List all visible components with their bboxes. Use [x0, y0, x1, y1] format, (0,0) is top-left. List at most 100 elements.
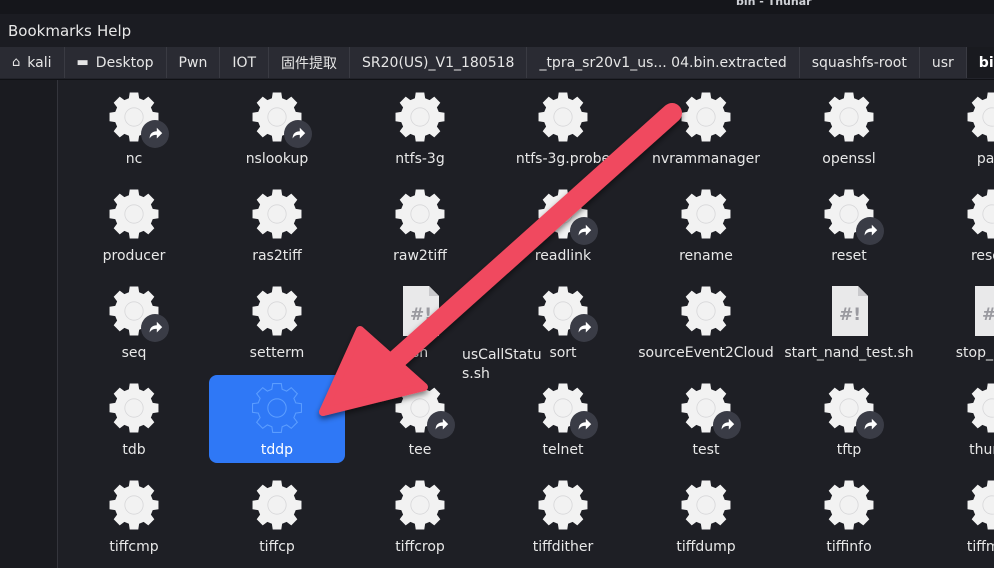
file-item[interactable]: sourceEvent2Cloud: [638, 278, 774, 366]
symlink-arrow-icon: [856, 217, 884, 245]
script-file-icon-wrap: #!: [822, 284, 876, 338]
breadcrumb-item[interactable]: Pwn: [166, 47, 221, 78]
file-name: reset: [831, 248, 867, 264]
file-item[interactable]: tiffdump: [638, 472, 774, 560]
file-item[interactable]: readlink: [495, 181, 631, 269]
file-item[interactable]: ras2tiff: [209, 181, 345, 269]
file-name: raw2tiff: [393, 248, 447, 264]
file-item[interactable]: tdb: [66, 375, 202, 463]
gear-icon: [107, 187, 161, 241]
menu-bookmarks[interactable]: Bookmarks: [8, 22, 92, 40]
gear-icon: [250, 284, 304, 338]
file-item[interactable]: test: [638, 375, 774, 463]
breadcrumb-item[interactable]: SR20(US)_V1_180518: [350, 47, 528, 78]
file-item[interactable]: openssl: [781, 84, 917, 172]
gear-icon: [679, 90, 733, 144]
gear-icon: [536, 381, 598, 439]
gear-icon: [393, 90, 447, 144]
gear-icon: [822, 187, 884, 245]
gear-icon: [965, 90, 994, 144]
breadcrumb: ⌂ kali ▬ Desktop Pwn IOT 固件提取 SR20(US)_V1_18051…: [0, 47, 994, 80]
file-item[interactable]: reset: [781, 181, 917, 269]
symlink-arrow-icon: [856, 411, 884, 439]
gear-icon: [822, 90, 876, 144]
file-item[interactable]: thumb: [924, 375, 994, 463]
file-item[interactable]: producer: [66, 181, 202, 269]
breadcrumb-item[interactable]: IOT: [220, 47, 270, 78]
breadcrumb-item[interactable]: ⌂ kali: [0, 47, 65, 78]
breadcrumb-item[interactable]: bin: [966, 47, 994, 78]
gear-icon: [822, 478, 876, 532]
file-name: tiffdither: [532, 539, 594, 555]
overlapping-label: usCallStatus.sh: [462, 347, 542, 382]
file-item[interactable]: nc: [66, 84, 202, 172]
gear-icon: [679, 478, 733, 532]
file-name: nvrammanager: [651, 151, 761, 167]
symlink-arrow-icon: [713, 411, 741, 439]
file-item[interactable]: nvrammanager: [638, 84, 774, 172]
file-name: pal2: [976, 151, 994, 167]
breadcrumb-label: IOT: [232, 54, 257, 71]
breadcrumb-label: Desktop: [95, 54, 154, 71]
gear-icon: [107, 478, 161, 532]
breadcrumb-item[interactable]: squashfs-root: [799, 47, 920, 78]
menu-bar: Bookmarks Help: [0, 14, 994, 48]
gear-icon: [536, 90, 590, 144]
file-item[interactable]: ntfs-3g.probe: [495, 84, 631, 172]
breadcrumb-item[interactable]: usr: [919, 47, 967, 78]
gear-icon: [250, 90, 312, 148]
file-item[interactable]: resolv: [924, 181, 994, 269]
file-item[interactable]: tiffinfo: [781, 472, 917, 560]
breadcrumb-label: _tpra_sr20v1_us... 04.bin.extracted: [539, 54, 787, 71]
gear-icon: [393, 381, 455, 439]
breadcrumb-item[interactable]: 固件提取: [269, 47, 351, 78]
file-item[interactable]: #! stop_nand: [924, 278, 994, 366]
breadcrumb-label: squashfs-root: [811, 54, 907, 71]
file-name: nc: [125, 151, 143, 167]
menu-help[interactable]: Help: [97, 22, 131, 40]
file-item[interactable]: seq: [66, 278, 202, 366]
breadcrumb-item[interactable]: _tpra_sr20v1_us... 04.bin.extracted: [527, 47, 800, 78]
file-name: tiffcrop: [395, 539, 445, 555]
file-item[interactable]: #! start_nand_test.sh: [781, 278, 917, 366]
breadcrumb-label: kali: [27, 54, 52, 71]
file-item[interactable]: raw2tiff: [352, 181, 488, 269]
file-item[interactable]: nslookup: [209, 84, 345, 172]
file-item[interactable]: telnet: [495, 375, 631, 463]
file-item[interactable]: rename: [638, 181, 774, 269]
file-item[interactable]: tftp: [781, 375, 917, 463]
gear-icon: [250, 381, 304, 435]
symlink-arrow-icon: [570, 314, 598, 342]
file-name: ntfs-3g.probe: [515, 151, 611, 167]
file-name: tddp: [260, 442, 294, 458]
file-item[interactable]: setterm: [209, 278, 345, 366]
file-grid: nc nslookup ntfs-3g ntfs-3g.probe nvrammanag…: [58, 80, 994, 568]
file-item[interactable]: tddp: [209, 375, 345, 463]
symlink-arrow-icon: [141, 314, 169, 342]
file-item[interactable]: tee: [352, 375, 488, 463]
script-file-icon-wrap: #!: [965, 284, 994, 338]
gear-icon: [107, 90, 169, 148]
svg-text:#!: #!: [839, 305, 861, 325]
file-name: tiffcp: [259, 539, 295, 555]
gear-icon: [965, 187, 994, 241]
file-name: tdb: [122, 442, 146, 458]
file-item[interactable]: tiffcp: [209, 472, 345, 560]
gear-icon: [536, 284, 598, 342]
breadcrumb-label: SR20(US)_V1_180518: [362, 54, 515, 71]
file-name: tiffdump: [676, 539, 736, 555]
file-item[interactable]: pal2: [924, 84, 994, 172]
file-item[interactable]: tiffcmp: [66, 472, 202, 560]
gear-icon: [107, 284, 169, 342]
breadcrumb-item[interactable]: ▬ Desktop: [64, 47, 167, 78]
window-titlebar: bin - Thunar: [0, 0, 994, 14]
file-item[interactable]: tiffmed: [924, 472, 994, 560]
gear-icon: [965, 381, 994, 435]
gear-icon: [107, 381, 161, 435]
file-item[interactable]: tiffdither: [495, 472, 631, 560]
gear-icon: [536, 478, 590, 532]
breadcrumb-label: bin: [978, 54, 994, 71]
file-name: ras2tiff: [252, 248, 302, 264]
file-item[interactable]: tiffcrop: [352, 472, 488, 560]
file-item[interactable]: ntfs-3g: [352, 84, 488, 172]
